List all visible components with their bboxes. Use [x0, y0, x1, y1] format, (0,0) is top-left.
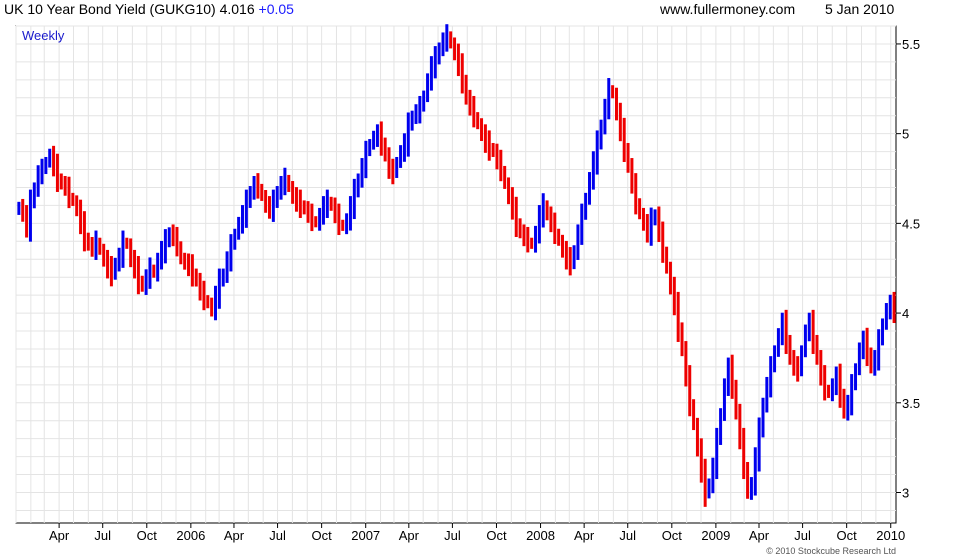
x-tick-label: Jul — [269, 528, 286, 543]
plot-area — [15, 25, 897, 524]
x-tick-label: Jul — [94, 528, 111, 543]
x-tick-label: Jul — [794, 528, 811, 543]
y-axis: 3 3.5 4 4.5 5 5.5 — [896, 37, 920, 500]
y-tick-label: 5 — [902, 127, 909, 142]
x-tick-label: Oct — [486, 528, 507, 543]
x-tick-label: Oct — [312, 528, 333, 543]
y-tick-label: 3 — [902, 485, 909, 500]
x-tick-label: 2008 — [526, 528, 555, 543]
x-tick-label: Apr — [224, 528, 245, 543]
x-tick-label: Oct — [662, 528, 683, 543]
x-tick-label: 2007 — [351, 528, 380, 543]
period-label: Weekly — [22, 28, 65, 43]
y-tick-label: 4.5 — [902, 216, 920, 231]
x-tick-label: Oct — [137, 528, 158, 543]
price-chart: 33.544.555.5 Apr Jul Oct 2006 Apr Jul Oct 2007 A… — [15, 24, 920, 556]
y-tick-label: 3.5 — [902, 396, 920, 411]
x-tick-label: Apr — [574, 528, 595, 543]
x-tick-label: Apr — [49, 528, 70, 543]
x-tick-label: Oct — [837, 528, 858, 543]
y-tick-label: 4 — [902, 306, 909, 321]
x-tick-label: Apr — [399, 528, 420, 543]
x-tick-label: Jul — [619, 528, 636, 543]
x-tick-label: 2010 — [876, 528, 905, 543]
x-tick-label: Apr — [749, 528, 770, 543]
y-tick-label: 5.5 — [902, 37, 920, 52]
x-tick-label: Jul — [444, 528, 461, 543]
x-axis: Apr Jul Oct 2006 Apr Jul Oct 2007 Apr Jul Oct 2008 A… — [49, 523, 905, 543]
copyright-note: © 2010 Stockcube Research Ltd — [766, 546, 896, 556]
x-tick-label: 2006 — [176, 528, 205, 543]
x-tick-label: 2009 — [701, 528, 730, 543]
